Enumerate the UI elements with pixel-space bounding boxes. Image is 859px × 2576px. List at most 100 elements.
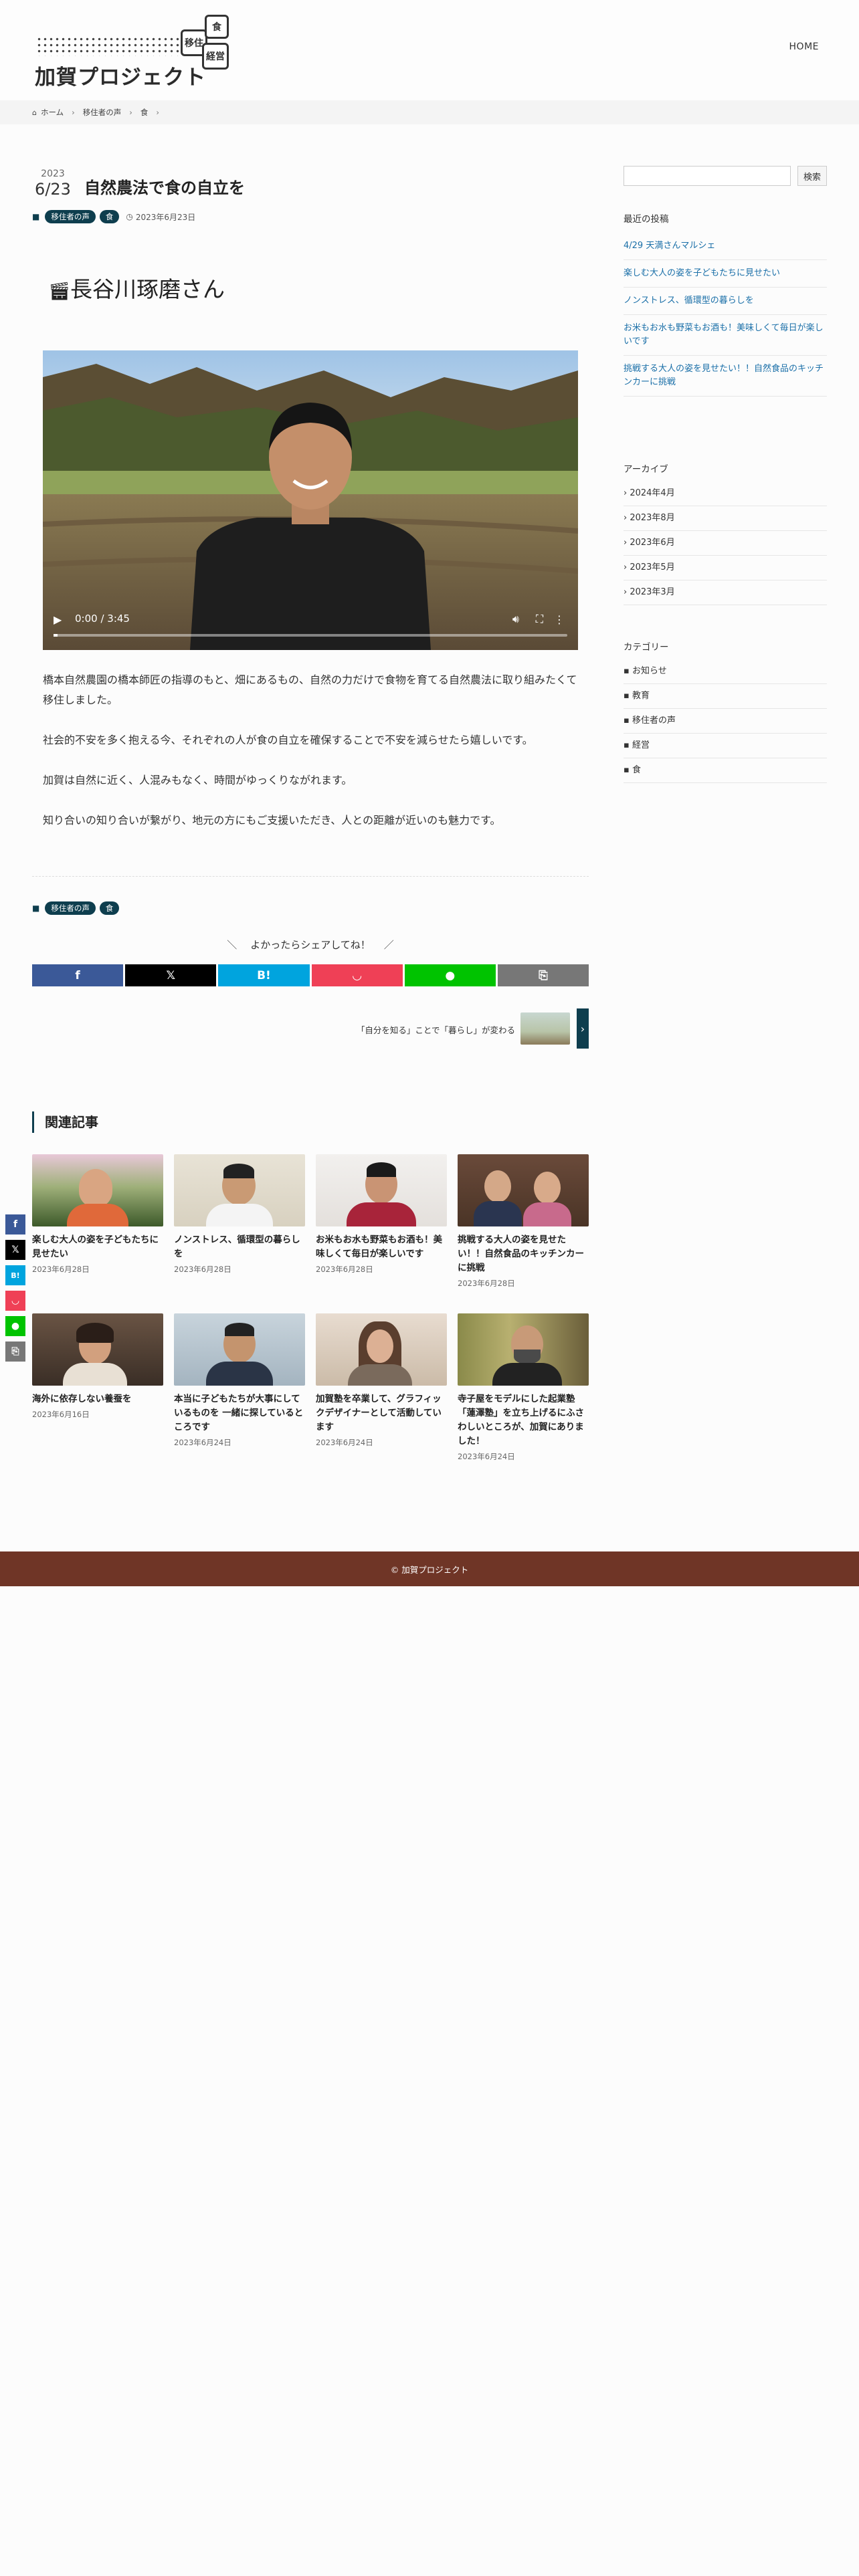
related-date: 2023年6月24日 [174,1438,231,1447]
archive-label: 2023年5月 [630,562,675,572]
category-tag[interactable]: 移住者の声 [45,210,96,223]
fullscreen-icon[interactable]: ⛶ [536,613,543,626]
clock-icon: ◷ [126,212,133,221]
related-date: 2023年6月28日 [458,1279,515,1288]
body-paragraph: 加賀は自然に近く、人混みもなく、時間がゆっくりながれます。 [43,774,353,786]
recent-post-link[interactable]: 楽しむ大人の姿を子どもたちに見せたい [624,260,827,288]
float-pocket-button[interactable]: ◡ [5,1291,25,1311]
play-icon[interactable]: ▶ [54,613,62,626]
recent-post-link[interactable]: 4/29 天満さんマルシェ [624,233,827,260]
share-hatena-button[interactable]: B! [218,964,310,986]
related-thumbnail [32,1313,163,1386]
related-date: 2023年6月28日 [174,1265,231,1274]
archive-link[interactable]: › 2024年4月 [624,481,827,506]
category-link[interactable]: ▪ お知らせ [624,659,827,684]
recent-heading: 最近の投稿 [624,214,669,225]
archive-link[interactable]: › 2023年6月 [624,531,827,556]
post-meta: ■ 移住者の声 食 ◷ 2023年6月23日 [32,210,195,223]
category-link[interactable]: ▪ 移住者の声 [624,709,827,734]
related-card[interactable]: お米もお水も野菜もお酒も！美味しくて毎日が楽しいです 2023年6月28日 [316,1154,447,1275]
breadcrumb-current[interactable]: 食 [140,107,149,118]
related-title: 楽しむ大人の姿を子どもたちに見せたい [32,1235,159,1259]
search-button[interactable]: 検索 [797,166,827,186]
archive-heading: アーカイブ [624,464,668,475]
video-progress-bar[interactable] [54,634,567,637]
person-heading: 🎬︎長谷川琢磨さん [48,272,225,304]
folder-icon: ■ [32,903,40,913]
folder-icon: ▪ [624,716,632,726]
related-card[interactable]: 楽しむ大人の姿を子どもたちに見せたい 2023年6月28日 [32,1154,163,1275]
site-header: 加賀プロジェクト 移住 食 経営 HOME [0,0,859,100]
related-title: 挑戦する大人の姿を見せたい！！自然食品のキッチンカーに挑戦 [458,1235,584,1273]
float-copy-button[interactable]: ⎘ [5,1341,25,1362]
nav-home-link[interactable]: HOME [789,41,819,52]
folder-icon: ■ [32,212,40,221]
related-title: 加賀塾を卒業して、グラフィックデザイナーとして活動しています [316,1394,442,1432]
breadcrumb-category[interactable]: 移住者の声 [83,107,122,118]
archive-link[interactable]: › 2023年3月 [624,580,827,605]
chevron-right-icon[interactable]: › [577,1008,589,1049]
archive-list: › 2024年4月 › 2023年8月 › 2023年6月 › 2023年5月 … [624,481,827,605]
related-date: 2023年6月24日 [316,1438,373,1447]
recent-post-link[interactable]: ノンストレス、循環型の暮らしを [624,288,827,315]
chevron-right-icon: › [129,108,132,117]
related-title: ノンストレス、循環型の暮らしを [174,1235,300,1259]
post-year: 2023 [41,169,65,179]
category-tag[interactable]: 食 [99,901,120,915]
related-card[interactable]: ノンストレス、循環型の暮らしを 2023年6月28日 [174,1154,305,1275]
next-post-link[interactable]: 「自分を知る」ことで「暮らし」が変わる › [32,1008,589,1049]
search-input[interactable] [624,166,791,186]
site-footer: © 加賀プロジェクト [0,1551,859,1586]
related-title: お米もお水も野菜もお酒も！美味しくて毎日が楽しいです [316,1235,442,1259]
logo-puzzle-piece: 食 [205,15,229,39]
floating-share-bar: f 𝕏 B! ◡ ● ⎘ [5,1214,25,1367]
category-tag[interactable]: 移住者の声 [45,901,96,915]
video-controls: ▶ 0:00 / 3:45 🔊︎ ⛶ ⋮ [43,607,578,650]
site-logo[interactable]: 加賀プロジェクト 移住 食 経営 [32,12,233,90]
share-facebook-button[interactable]: f [32,964,124,986]
recent-post-link[interactable]: 挑戦する大人の姿を見せたい！！自然食品のキッチンカーに挑戦 [624,356,827,397]
breadcrumb-home[interactable]: ホーム [41,107,64,118]
chevron-right-icon: › [624,562,630,572]
related-title: 海外に依存しない養蚕を [32,1394,132,1404]
related-card[interactable]: 海外に依存しない養蚕を 2023年6月16日 [32,1313,163,1420]
related-thumbnail [316,1154,447,1226]
archive-link[interactable]: › 2023年8月 [624,506,827,531]
recent-post-link[interactable]: お米もお水も野菜もお酒も！美味しくて毎日が楽しいです [624,315,827,356]
related-card[interactable]: 加賀塾を卒業して、グラフィックデザイナーとして活動しています 2023年6月24… [316,1313,447,1448]
category-tag[interactable]: 食 [99,210,120,223]
related-date: 2023年6月28日 [32,1265,90,1274]
archive-label: 2023年8月 [630,513,675,523]
share-line-button[interactable]: ● [404,964,496,986]
category-link[interactable]: ▪ 教育 [624,684,827,709]
category-list: ▪ お知らせ ▪ 教育 ▪ 移住者の声 ▪ 経営 ▪ 食 [624,659,827,783]
category-label: 移住者の声 [632,716,676,726]
float-x-button[interactable]: 𝕏 [5,1240,25,1260]
share-label-text: よかったらシェアしてね！ [250,939,371,951]
next-post-thumbnail [520,1012,570,1045]
recent-posts-list: 4/29 天満さんマルシェ 楽しむ大人の姿を子どもたちに見せたい ノンストレス、… [624,233,827,397]
related-card[interactable]: 寺子屋をモデルにした起業塾「蓮澤塾」を立ち上げるにふさわしいところが、加賀にあり… [458,1313,589,1462]
archive-link[interactable]: › 2023年5月 [624,556,827,580]
folder-icon: ▪ [624,740,632,750]
video-player[interactable]: ▶ 0:00 / 3:45 🔊︎ ⛶ ⋮ [43,350,578,650]
person-name: 長谷川琢磨さん [70,276,225,302]
category-label: お知らせ [632,666,667,676]
category-link[interactable]: ▪ 食 [624,758,827,783]
share-x-button[interactable]: 𝕏 [125,964,217,986]
chevron-right-icon: › [624,587,630,597]
related-card[interactable]: 本当に子どもたちが大事にしているものを 一緒に探しているところです 2023年6… [174,1313,305,1448]
related-title: 本当に子どもたちが大事にしているものを 一緒に探しているところです [174,1394,304,1432]
related-card[interactable]: 挑戦する大人の姿を見せたい！！自然食品のキッチンカーに挑戦 2023年6月28日 [458,1154,589,1289]
share-copy-button[interactable]: ⎘ [497,964,589,986]
share-pocket-button[interactable]: ◡ [311,964,403,986]
float-line-button[interactable]: ● [5,1316,25,1336]
chevron-right-icon: › [624,488,630,498]
related-heading: 関連記事 [32,1111,98,1133]
float-hatena-button[interactable]: B! [5,1265,25,1285]
category-link[interactable]: ▪ 経営 [624,734,827,758]
more-options-icon[interactable]: ⋮ [554,613,565,626]
archive-label: 2023年3月 [630,587,675,597]
float-facebook-button[interactable]: f [5,1214,25,1235]
volume-icon[interactable]: 🔊︎ [512,613,519,626]
